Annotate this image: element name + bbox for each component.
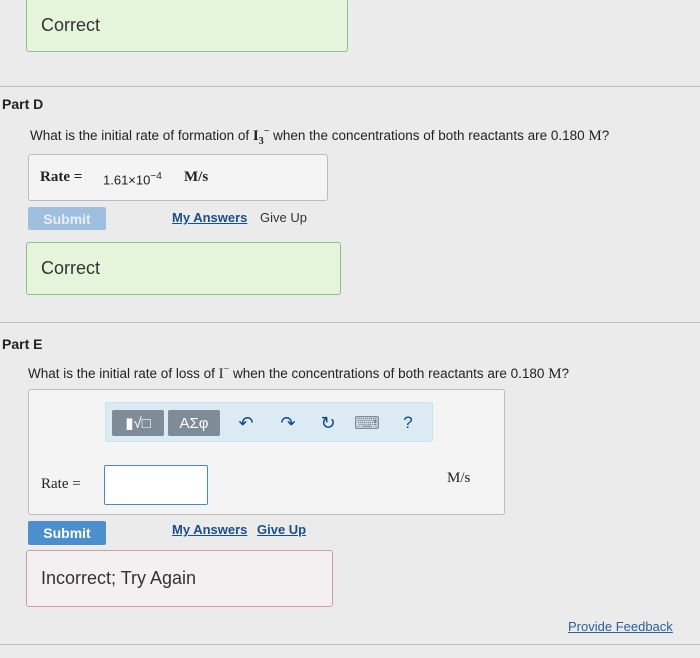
rate-units: M/s	[447, 470, 471, 486]
part-d-give-up-link[interactable]: Give Up	[260, 210, 307, 225]
rate-value-exponent: −4	[150, 171, 162, 182]
provide-feedback-link[interactable]: Provide Feedback	[568, 619, 673, 634]
templates-icon: ▮√□	[125, 415, 151, 432]
rate-label: Rate =	[41, 476, 81, 492]
part-e-give-up-link[interactable]: Give Up	[257, 522, 306, 537]
greek-symbols-button[interactable]: ΑΣφ	[168, 410, 220, 436]
chem-species: I3−	[253, 126, 270, 147]
rate-units: M/s	[184, 169, 209, 185]
chem-species: I−	[219, 364, 230, 382]
part-d-feedback-correct: Correct	[26, 242, 341, 295]
part-e-question: What is the initial rate of loss of I− w…	[28, 364, 569, 383]
question-text: What is the initial rate of loss of	[28, 366, 219, 381]
math-toolbar: ▮√□ ΑΣφ ↶ ↷ ↻ ⌨ ?	[105, 402, 433, 442]
question-end: ?	[601, 128, 610, 143]
unit-molar: M	[548, 366, 562, 382]
part-d-submit-button[interactable]: Submit	[28, 207, 106, 230]
top-feedback-correct: Correct	[26, 0, 348, 52]
part-e-answer-box: ▮√□ ΑΣφ ↶ ↷ ↻ ⌨ ? Rate = M/s	[28, 389, 505, 515]
rate-value-base: 1.61×10	[103, 172, 151, 188]
feedback-text: Correct	[41, 258, 101, 278]
question-text-mid: when the concentrations of both reactant…	[269, 128, 589, 143]
rate-label: Rate =	[40, 169, 83, 185]
part-d-my-answers-link[interactable]: My Answers	[172, 210, 247, 225]
question-end: ?	[561, 366, 570, 381]
part-e-my-answers-link[interactable]: My Answers	[172, 522, 247, 537]
greek-icon: ΑΣφ	[179, 414, 209, 432]
part-e-feedback-incorrect: Incorrect; Try Again	[26, 550, 333, 607]
rate-input-field[interactable]	[104, 465, 208, 505]
reset-icon[interactable]: ↻	[316, 411, 340, 435]
keyboard-icon[interactable]: ⌨	[354, 411, 380, 435]
part-d-question: What is the initial rate of formation of…	[30, 126, 609, 147]
redo-icon[interactable]: ↷	[276, 411, 300, 435]
rate-value: 1.61×10−4	[103, 171, 162, 187]
species-subscript: 3	[258, 136, 264, 147]
divider-bottom	[0, 644, 700, 645]
part-e-title: Part E	[2, 336, 43, 352]
part-e-submit-button[interactable]: Submit	[28, 521, 106, 545]
feedback-text: Correct	[41, 14, 101, 35]
part-d-answer-box: Rate = 1.61×10−4 M/s	[28, 154, 328, 201]
help-icon[interactable]: ?	[396, 411, 420, 435]
divider-top	[0, 86, 700, 87]
unit-molar: M	[588, 128, 602, 144]
divider-middle	[0, 322, 700, 323]
undo-icon[interactable]: ↶	[234, 411, 258, 435]
question-text: What is the initial rate of formation of	[30, 128, 253, 143]
part-d-title: Part D	[2, 96, 44, 112]
question-text-mid: when the concentrations of both reactant…	[229, 366, 549, 381]
templates-button[interactable]: ▮√□	[112, 410, 164, 436]
feedback-text: Incorrect; Try Again	[41, 568, 197, 588]
